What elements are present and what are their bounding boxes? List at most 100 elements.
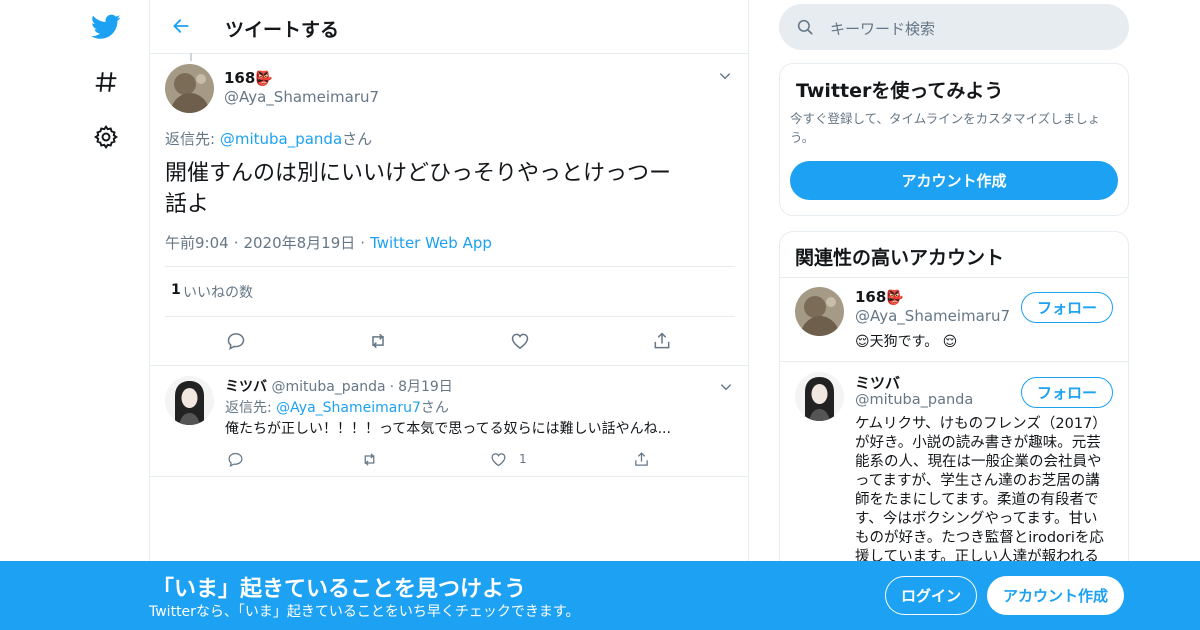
tweet-menu-button[interactable] [718, 68, 732, 87]
reply-icon [227, 452, 243, 467]
account-name: 168 [855, 288, 887, 306]
share-button[interactable] [626, 444, 656, 474]
retweet-button[interactable] [363, 326, 393, 356]
follow-button[interactable]: フォロー [1021, 377, 1113, 408]
thread-connector [190, 53, 192, 61]
heart-icon [491, 452, 506, 466]
twitter-home-link[interactable] [86, 7, 126, 47]
hashtag-icon [95, 72, 117, 92]
bio-line: ケムリクサ、けものフレンズ（2017） [855, 416, 1107, 432]
reply-menu-button[interactable] [719, 379, 733, 398]
settings-link[interactable] [86, 117, 126, 157]
retweet-button[interactable] [354, 444, 384, 474]
signup-banner: 「いま」起きていることを見つけよう Twitterなら、「いま」起きていることを… [0, 561, 1200, 630]
reply-to-link[interactable]: @Aya_Shameimaru7 [276, 400, 421, 416]
share-icon [634, 451, 648, 466]
avatar-image [165, 376, 214, 425]
chevron-down-icon [719, 73, 731, 80]
relieved-face-emoji: 😌 [942, 334, 958, 350]
reply-suffix: さん [420, 400, 449, 416]
retweet-icon [364, 452, 374, 466]
like-button[interactable] [505, 326, 535, 356]
related-accounts-title: 関連性の高いアカウント [795, 247, 1005, 269]
reply-button[interactable] [221, 326, 251, 356]
tweet-source-link[interactable]: Twitter Web App [370, 234, 492, 252]
search-placeholder: キーワード検索 [830, 20, 936, 38]
signup-card: Twitterを使ってみよう 今すぐ登録して、タイムラインをカスタマイズしましょ… [779, 63, 1129, 216]
author-handle[interactable]: @Aya_Shameimaru7 [224, 88, 379, 106]
gear-icon [94, 125, 118, 149]
reply-author-name[interactable]: ミツバ [225, 379, 267, 395]
banner-title: 「いま」起きていることを見つけよう [152, 577, 527, 602]
reply-context: 返信先: @Aya_Shameimaru7さん [225, 397, 449, 417]
explore-link[interactable] [86, 62, 126, 102]
tweet-time[interactable]: 午前9:04 [165, 234, 229, 252]
main-column: ツイートする 168👺 @Aya_Shameimaru7 返信先: @mitub… [149, 0, 749, 630]
reply-suffix: さん [342, 130, 373, 148]
meta-separator: · [233, 234, 239, 252]
signup-card-desc-line: 今すぐ登録して、タイムラインをカスタマイズしましょ [790, 111, 1101, 126]
tweet-text-line: 話よ [165, 192, 210, 217]
page-title: ツイートする [225, 19, 340, 41]
avatar[interactable] [165, 64, 214, 113]
avatar[interactable] [795, 287, 844, 336]
relieved-face-emoji: 😌 [855, 334, 870, 350]
tengu-mask-emoji: 👺 [886, 290, 904, 306]
arrow-left-icon [173, 19, 189, 33]
twitter-bird-icon [91, 14, 121, 39]
signup-button[interactable]: アカウント作成 [987, 576, 1124, 615]
heart-icon [511, 333, 529, 349]
reply-to-link[interactable]: @mituba_panda [220, 130, 342, 148]
tweet-date[interactable]: 2020年8月19日 [243, 234, 355, 252]
related-account[interactable]: 168👺 @Aya_Shameimaru7 😌天狗です。 😌 フォロー [780, 278, 1128, 362]
avatar[interactable] [795, 372, 844, 421]
like-button[interactable]: 1 [490, 444, 540, 474]
bio-line: ってますが、学生さん達のお芝居の講 [855, 473, 1100, 489]
tweet-text: 開催すんのは別にいいけどひっそりやっとけっつー 話よ [165, 158, 735, 220]
back-button[interactable] [166, 11, 196, 41]
bio-line: す、今はボクシングやってます。甘い [855, 511, 1098, 527]
reply-date[interactable]: 8月19日 [398, 379, 453, 395]
avatar[interactable] [165, 376, 214, 425]
author-name-row[interactable]: 168👺 [224, 68, 273, 87]
login-button[interactable]: ログイン [885, 576, 977, 615]
bio-line: 師をたまにしてます。柔道の有段者で [855, 492, 1099, 508]
account-name: ミツバ [855, 374, 901, 392]
account-handle: @mituba_panda [855, 392, 974, 408]
bio-line: 能系の人、現在は一般企業の会社員や [855, 454, 1102, 470]
signup-card-title: Twitterを使ってみよう [796, 80, 1004, 102]
author-name: 168 [224, 69, 256, 87]
tengu-mask-emoji: 👺 [255, 71, 273, 87]
retweet-icon [372, 333, 384, 349]
tweet-text-line: 開催すんのは別にいいけどひっそりやっとけっつー [165, 161, 672, 186]
signup-card-desc: 今すぐ登録して、タイムラインをカスタマイズしましょ う。 [790, 109, 1100, 147]
reply-prefix: 返信先: [225, 400, 277, 416]
account-bio-text: 天狗です。 [869, 334, 939, 350]
likes-stat[interactable]: 1 いいねの数 [165, 266, 735, 317]
banner-subtitle: Twitterなら、「いま」起きていることをいち早くチェックできます。 [149, 604, 580, 620]
page-header: ツイートする [150, 0, 748, 54]
signup-card-desc-line: う。 [790, 130, 815, 145]
account-name-row: 168👺 [855, 287, 904, 306]
bio-line: が好き。小説の読み書きが趣味。元芸 [855, 435, 1101, 451]
tweet-meta: 午前9:04 · 2020年8月19日 · Twitter Web App [165, 232, 492, 253]
search-icon [797, 19, 813, 35]
reply-author-handle[interactable]: @mituba_panda [271, 379, 385, 395]
account-bio: 😌天狗です。 😌 [855, 331, 957, 351]
chevron-down-icon [720, 384, 732, 391]
reply-context: 返信先: @mituba_pandaさん [165, 128, 372, 149]
share-button[interactable] [647, 326, 677, 356]
follow-button[interactable]: フォロー [1021, 292, 1113, 323]
meta-separator: · [389, 379, 395, 395]
bio-line: ものが好き。たつき監督とirodoriを応 [855, 530, 1104, 546]
account-handle: @Aya_Shameimaru7 [855, 307, 1011, 325]
likes-label: いいねの数 [183, 285, 253, 301]
reply-tweet[interactable]: ミツバ @mituba_panda · 8月19日 返信先: @Aya_Shamei… [150, 365, 749, 477]
reply-author-row: ミツバ @mituba_panda · 8月19日 [225, 376, 453, 396]
avatar-image [795, 372, 844, 421]
reply-icon [227, 333, 245, 350]
reply-actions: 1 [220, 444, 670, 474]
search-bar[interactable]: キーワード検索 [779, 4, 1129, 50]
create-account-button[interactable]: アカウント作成 [790, 161, 1118, 200]
reply-button[interactable] [220, 444, 250, 474]
